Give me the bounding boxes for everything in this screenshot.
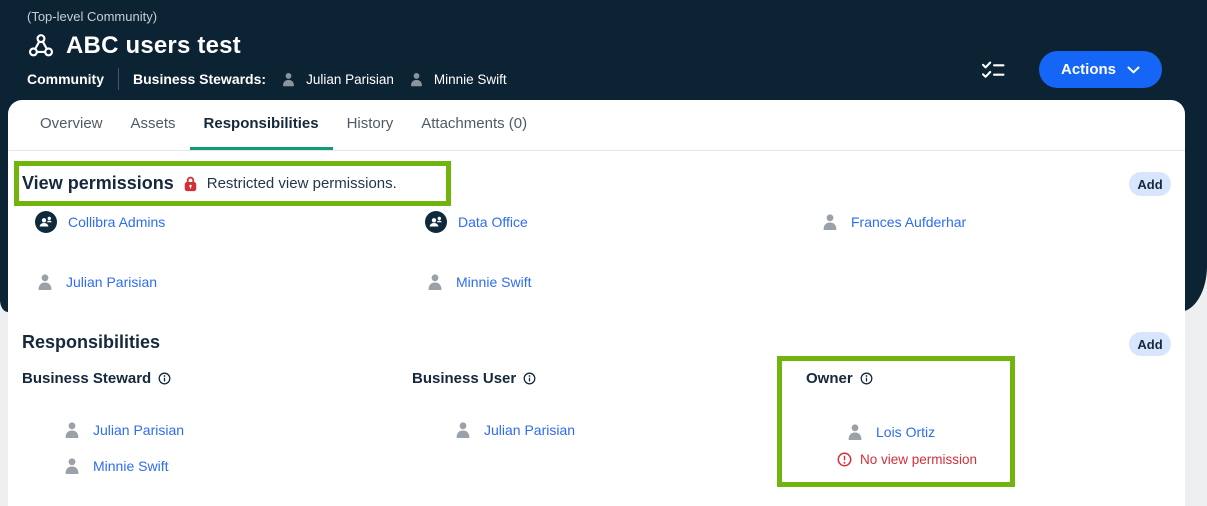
tasks-icon[interactable] [982, 60, 1005, 79]
person-icon [453, 420, 473, 440]
group-icon [425, 211, 447, 233]
steward-item[interactable]: Julian Parisian [280, 71, 394, 88]
warning-icon [837, 452, 852, 467]
stewards-label: Business Stewards: [133, 71, 266, 87]
responsibilities-title: Responsibilities [22, 332, 160, 353]
steward-name: Minnie Swift [434, 72, 507, 87]
member-item[interactable]: Collibra Admins [35, 210, 165, 234]
content-card: Overview Assets Responsibilities History… [8, 100, 1185, 506]
steward-item[interactable]: Minnie Swift [408, 71, 507, 88]
info-icon[interactable] [158, 372, 171, 385]
title-row: ABC users test [27, 32, 241, 60]
member-link[interactable]: Julian Parisian [93, 422, 184, 438]
responsibility-member[interactable]: Lois Ortiz [845, 420, 935, 444]
info-icon[interactable] [523, 372, 536, 385]
person-icon [820, 212, 840, 232]
member-link[interactable]: Julian Parisian [66, 274, 157, 290]
actions-button[interactable]: Actions [1039, 51, 1162, 88]
vertical-divider [118, 68, 119, 90]
community-icon [27, 33, 55, 59]
tab-history[interactable]: History [333, 100, 408, 150]
role-header-business-user: Business User [412, 368, 536, 388]
responsibility-member[interactable]: Julian Parisian [453, 418, 575, 442]
member-item[interactable]: Julian Parisian [35, 270, 157, 294]
actions-label: Actions [1061, 61, 1116, 78]
add-view-permission-button[interactable]: Add [1129, 172, 1171, 196]
meta-row: Community Business Stewards: Julian Pari… [27, 68, 507, 90]
member-item[interactable]: Minnie Swift [425, 270, 531, 294]
tab-responsibilities[interactable]: Responsibilities [190, 100, 333, 150]
role-header-business-steward: Business Steward [22, 368, 171, 388]
person-icon [35, 272, 55, 292]
member-link[interactable]: Minnie Swift [456, 274, 531, 290]
member-link[interactable]: Frances Aufderhar [851, 214, 966, 230]
warning-text: No view permission [860, 452, 977, 467]
no-view-permission-warning: No view permission [837, 449, 977, 469]
member-link[interactable]: Julian Parisian [484, 422, 575, 438]
person-icon [62, 420, 82, 440]
tab-bar: Overview Assets Responsibilities History… [8, 100, 1185, 151]
info-icon[interactable] [860, 372, 873, 385]
asset-header: (Top-level Community) ABC users test Com… [0, 0, 1207, 100]
asset-type-label: Community [27, 71, 104, 87]
role-label: Business Steward [22, 370, 151, 387]
add-responsibility-button[interactable]: Add [1129, 332, 1171, 356]
view-permissions-title: View permissions [22, 173, 174, 194]
person-icon [280, 71, 297, 88]
group-icon [35, 211, 57, 233]
person-icon [408, 71, 425, 88]
person-icon [62, 456, 82, 476]
responsibility-member[interactable]: Minnie Swift [62, 454, 168, 478]
person-icon [425, 272, 445, 292]
screen: (Top-level Community) ABC users test Com… [0, 0, 1207, 506]
steward-name: Julian Parisian [306, 72, 394, 87]
person-icon [845, 422, 865, 442]
tab-attachments[interactable]: Attachments (0) [407, 100, 541, 150]
role-label: Owner [806, 370, 853, 387]
view-permissions-header: View permissions Restricted view permiss… [22, 168, 397, 198]
member-link[interactable]: Data Office [458, 214, 528, 230]
page-title: ABC users test [66, 32, 241, 60]
header-actions: Actions [982, 51, 1162, 88]
chevron-down-icon [1127, 66, 1140, 74]
restricted-note: Restricted view permissions. [207, 175, 397, 192]
role-label: Business User [412, 370, 516, 387]
member-link[interactable]: Collibra Admins [68, 214, 165, 230]
breadcrumb: (Top-level Community) [27, 9, 157, 24]
member-item[interactable]: Frances Aufderhar [820, 210, 966, 234]
member-link[interactable]: Lois Ortiz [876, 424, 935, 440]
member-link[interactable]: Minnie Swift [93, 458, 168, 474]
lock-icon [183, 175, 198, 192]
tab-assets[interactable]: Assets [117, 100, 190, 150]
responsibility-member[interactable]: Julian Parisian [62, 418, 184, 442]
member-item[interactable]: Data Office [425, 210, 528, 234]
role-header-owner: Owner [806, 368, 873, 388]
tab-overview[interactable]: Overview [26, 100, 117, 150]
